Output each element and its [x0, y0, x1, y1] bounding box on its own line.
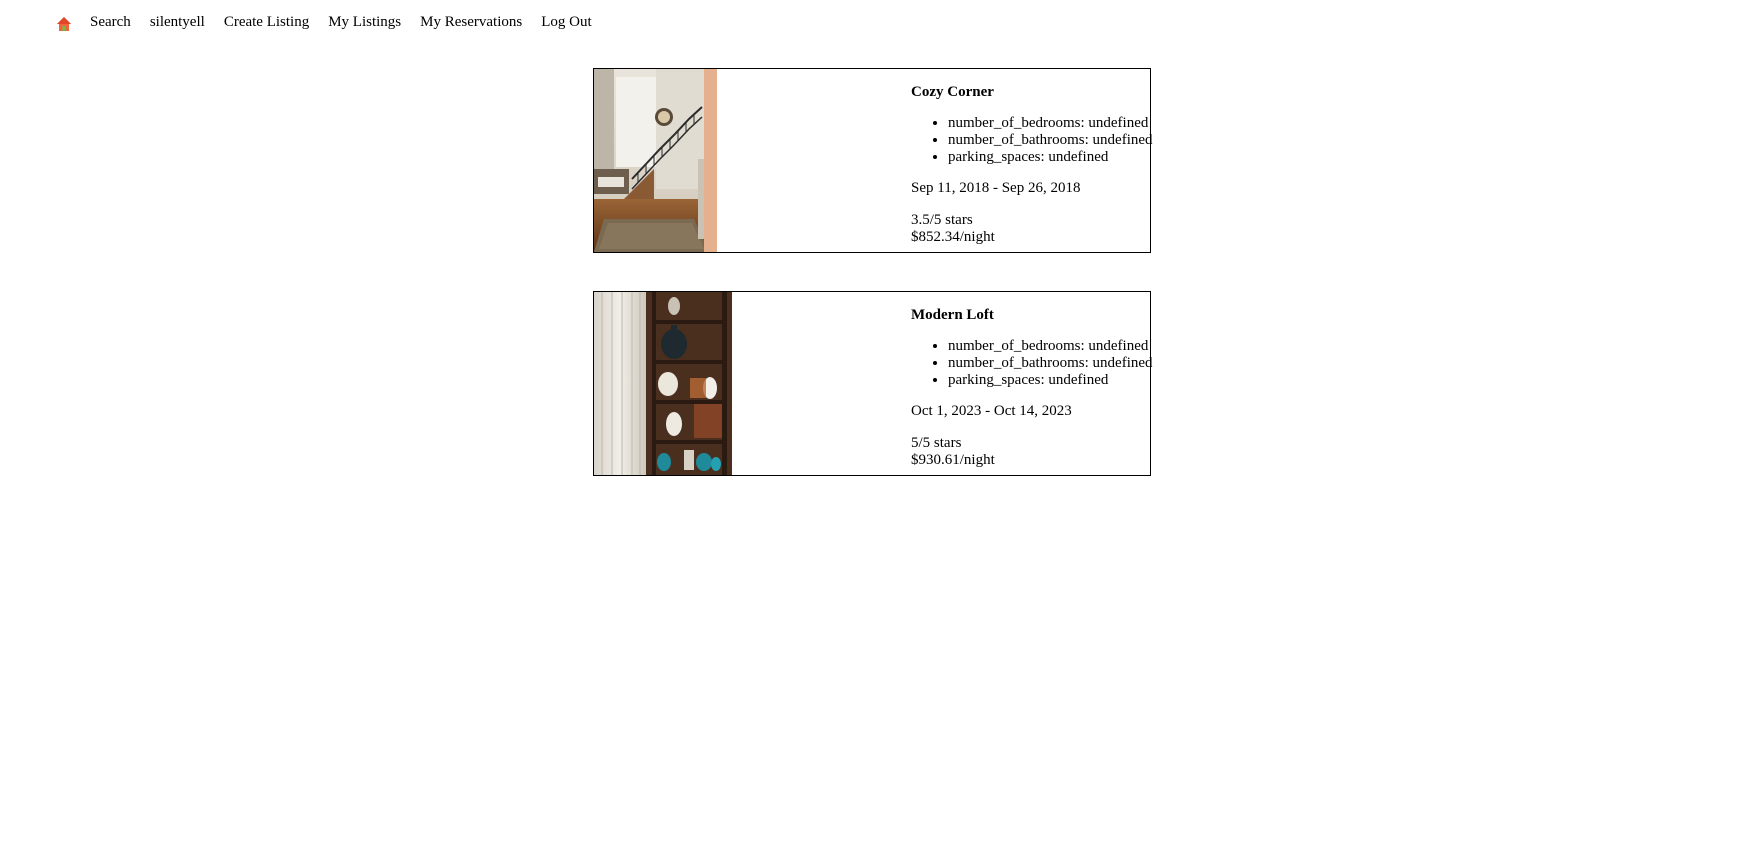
listing-title: Cozy Corner	[911, 84, 994, 100]
listing-rating: 3.5/5 stars	[911, 212, 973, 228]
listing-photo	[594, 292, 732, 475]
home-icon[interactable]	[56, 16, 72, 32]
nav-username-link[interactable]: silentyell	[150, 14, 205, 31]
reservation-card[interactable]: Modern Loft number_of_bedrooms: undefine…	[593, 291, 1153, 476]
detail-parking: parking_spaces: undefined	[948, 149, 1150, 166]
listing-price: $930.61/night	[911, 452, 995, 468]
top-nav: Search silentyell Create Listing My List…	[56, 14, 611, 31]
detail-bathrooms: number_of_bathrooms: undefined	[948, 132, 1153, 149]
nav-search-link[interactable]: Search	[90, 14, 131, 31]
nav-my-reservations-link[interactable]: My Reservations	[420, 14, 522, 31]
detail-bedrooms: number_of_bedrooms: undefined	[948, 115, 1150, 132]
listing-details: number_of_bedrooms: undefined number_of_…	[911, 115, 1153, 166]
listing-rating: 5/5 stars	[911, 435, 962, 451]
staircase-photo-svg	[594, 69, 717, 252]
reservation-card[interactable]: Cozy Corner number_of_bedrooms: undefine…	[593, 68, 1153, 253]
home-icon-svg	[57, 16, 71, 31]
listing-title: Modern Loft	[911, 307, 994, 323]
detail-bathrooms: number_of_bathrooms: undefined	[948, 355, 1153, 372]
nav-logout-link[interactable]: Log Out	[541, 14, 591, 31]
listing-price: $852.34/night	[911, 229, 995, 245]
listing-details: number_of_bedrooms: undefined number_of_…	[911, 338, 1153, 389]
detail-parking: parking_spaces: undefined	[948, 372, 1150, 389]
reservation-dates: Oct 1, 2023 - Oct 14, 2023	[911, 403, 1072, 419]
listing-photo	[594, 69, 717, 252]
nav-create-listing-link[interactable]: Create Listing	[224, 14, 309, 31]
nav-my-listings-link[interactable]: My Listings	[328, 14, 401, 31]
detail-bedrooms: number_of_bedrooms: undefined	[948, 338, 1150, 355]
listing-info: Cozy Corner number_of_bedrooms: undefine…	[911, 69, 1153, 246]
listing-info: Modern Loft number_of_bedrooms: undefine…	[911, 292, 1153, 469]
reservation-dates: Sep 11, 2018 - Sep 26, 2018	[911, 180, 1081, 196]
shelf-photo-svg	[594, 292, 732, 475]
